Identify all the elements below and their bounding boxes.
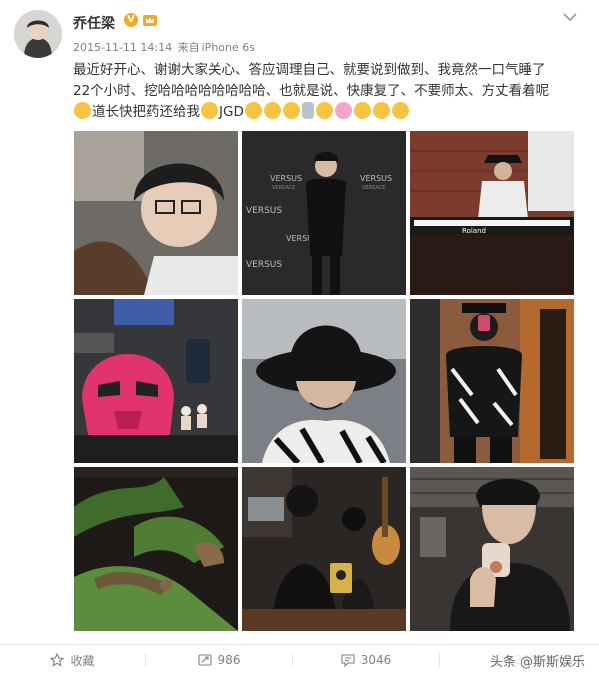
photo-mirror-selfie[interactable] <box>410 299 574 463</box>
source-watermark: 头条 @斯斯娱乐 <box>487 651 587 670</box>
post-text-segment: JGD <box>219 104 244 120</box>
versus-logo-text: VERSUS <box>246 206 282 216</box>
laugh-cry-emoji-icon <box>74 102 91 119</box>
versace-logo-text: VERSACE <box>362 185 385 191</box>
tongue-emoji-icon <box>391 102 409 119</box>
post-timestamp[interactable]: 2015-11-11 14:14 <box>73 41 172 54</box>
username[interactable]: 乔任梁 <box>73 13 115 33</box>
versus-logo-text: VERSUS <box>246 260 282 270</box>
avatar[interactable] <box>14 10 62 58</box>
photo-stormtrooper-helmet[interactable] <box>74 299 238 463</box>
microphone-emoji-icon <box>301 102 314 119</box>
comment-count: 3046 <box>360 653 392 667</box>
post-meta: 2015-11-11 14:14 来自 iPhone 6s <box>73 39 257 55</box>
post-source-prefix: 来自 <box>177 41 200 54</box>
post-source[interactable]: iPhone 6s <box>202 41 255 54</box>
vip-crown-icon[interactable] <box>142 12 158 28</box>
weibo-post-card: 乔任梁 V 2015-11-11 14:14 来自 iPhone 6s 最近好开心… <box>0 0 599 675</box>
roland-logo-text: Roland <box>462 227 486 235</box>
collect-button[interactable]: 收藏 <box>0 645 145 675</box>
photo-piano-roland[interactable]: Roland <box>410 131 574 295</box>
photo-plants-lizard[interactable] <box>74 467 238 631</box>
repost-count: 986 <box>217 653 241 667</box>
post-text-line: 最近好开心、谢谢大家关心、答应调理自己、就要说到做到、我竟然一口气睡了 <box>73 62 546 78</box>
chevron-down-icon[interactable] <box>563 12 577 22</box>
smirk-emoji-icon <box>244 102 262 119</box>
comment-button[interactable]: 3046 <box>293 645 439 675</box>
post-text-line: 道长快把药还给我 JGD <box>73 102 573 123</box>
post-text-line: 22个小时、挖哈哈哈哈哈哈哈哈、也就是说、快康复了、不要师太、方丈看着呢 <box>73 83 550 99</box>
photo-studio-guitar[interactable] <box>242 467 406 631</box>
photo-grid: VERSUS VERSACE VERSUS VERSACE VERSUS VER… <box>74 131 574 632</box>
post-text: 最近好开心、谢谢大家关心、答应调理自己、就要说到做到、我竟然一口气睡了 22个小… <box>73 60 573 123</box>
versace-logo-text: VERSACE <box>272 185 295 191</box>
photo-black-hat[interactable] <box>242 299 406 463</box>
cry-emoji-icon <box>353 102 371 119</box>
avatar-image <box>14 10 62 58</box>
photo-selfie-glasses[interactable] <box>74 131 238 295</box>
repost-icon <box>197 654 212 666</box>
post-text-segment: 道长快把药还给我 <box>92 104 200 120</box>
collect-label: 收藏 <box>70 653 95 668</box>
versus-logo-text: VERSUS <box>360 174 392 183</box>
repost-button[interactable]: 986 <box>146 645 292 675</box>
star-icon <box>50 653 65 667</box>
grin-emoji-icon <box>201 102 218 119</box>
pig-emoji-icon <box>334 102 352 119</box>
victory-hand-emoji-icon <box>315 102 333 119</box>
dizzy-emoji-icon <box>282 102 300 119</box>
sun-emoji-icon <box>263 102 281 119</box>
shy-emoji-icon <box>372 102 390 119</box>
comment-icon <box>341 654 355 667</box>
photo-versace-event[interactable]: VERSUS VERSACE VERSUS VERSACE VERSUS VER… <box>242 131 406 295</box>
verified-badge-icon: V <box>124 13 138 27</box>
versus-logo-text: VERSUS <box>270 174 302 183</box>
photo-drinking-cup[interactable] <box>410 467 574 631</box>
